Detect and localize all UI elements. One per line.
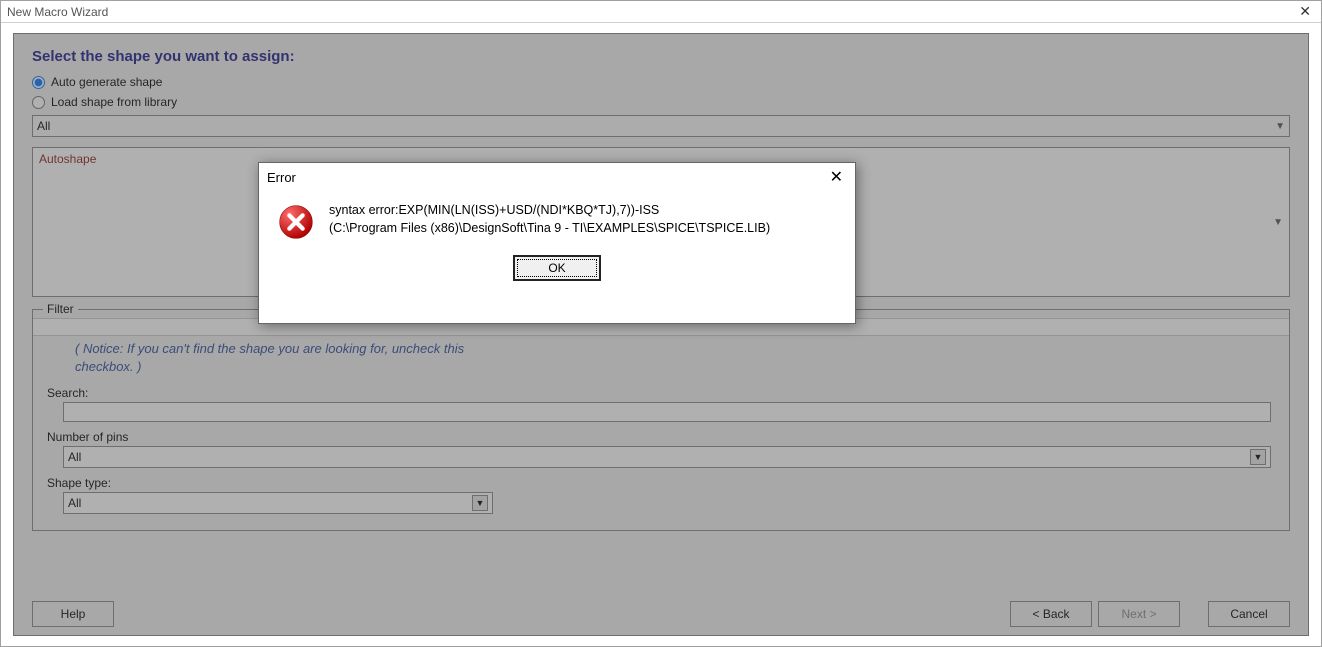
wizard-body: Select the shape you want to assign: Aut… xyxy=(1,23,1321,646)
wizard-title: New Macro Wizard xyxy=(7,5,108,19)
back-label: < Back xyxy=(1032,607,1069,621)
search-input[interactable] xyxy=(63,402,1271,422)
error-line1: syntax error:EXP(MIN(LN(ISS)+USD/(NDI*KB… xyxy=(329,201,770,219)
ok-label: OK xyxy=(548,261,565,275)
next-label: Next > xyxy=(1121,607,1156,621)
shape-list-item: Autoshape xyxy=(39,152,96,292)
radio-auto-label: Auto generate shape xyxy=(51,75,162,89)
radio-load-input[interactable] xyxy=(32,96,45,109)
chevron-down-icon: ▼ xyxy=(1250,449,1266,465)
error-button-row: OK xyxy=(259,247,855,293)
cancel-button[interactable]: Cancel xyxy=(1208,601,1290,627)
radio-load-library[interactable]: Load shape from library xyxy=(32,95,1290,109)
close-icon[interactable]: ✕ xyxy=(826,167,847,187)
error-line2: (C:\Program Files (x86)\DesignSoft\Tina … xyxy=(329,219,770,237)
help-label: Help xyxy=(61,607,86,621)
radio-auto-input[interactable] xyxy=(32,76,45,89)
type-label: Shape type: xyxy=(47,476,1275,490)
filter-legend: Filter xyxy=(43,302,78,316)
close-icon[interactable]: ✕ xyxy=(1295,3,1315,20)
wizard-titlebar: New Macro Wizard ✕ xyxy=(1,1,1321,23)
wizard-content: Select the shape you want to assign: Aut… xyxy=(13,33,1309,636)
pins-label: Number of pins xyxy=(47,430,1275,444)
error-titlebar: Error ✕ xyxy=(259,163,855,191)
library-combo[interactable]: All ▼ xyxy=(32,115,1290,137)
search-label: Search: xyxy=(47,386,1275,400)
section-title: Select the shape you want to assign: xyxy=(32,48,1290,65)
radio-load-label: Load shape from library xyxy=(51,95,177,109)
chevron-down-icon: ▼ xyxy=(1275,121,1285,132)
wizard-button-row: Help < Back Next > Cancel xyxy=(32,601,1290,627)
pins-combo[interactable]: All ▼ xyxy=(63,446,1271,468)
chevron-down-icon: ▼ xyxy=(472,495,488,511)
shape-type-combo[interactable]: All ▼ xyxy=(63,492,493,514)
ok-button[interactable]: OK xyxy=(513,255,601,281)
error-dialog: Error ✕ syntax error:EXP(MIN(LN(ISS)+USD… xyxy=(258,162,856,324)
help-button[interactable]: Help xyxy=(32,601,114,627)
cancel-label: Cancel xyxy=(1230,607,1267,621)
filter-notice: ( Notice: If you can't find the shape yo… xyxy=(75,340,505,376)
error-icon xyxy=(277,203,315,241)
error-text: syntax error:EXP(MIN(LN(ISS)+USD/(NDI*KB… xyxy=(329,201,770,241)
back-button[interactable]: < Back xyxy=(1010,601,1092,627)
error-body: syntax error:EXP(MIN(LN(ISS)+USD/(NDI*KB… xyxy=(259,191,855,247)
filter-groupbox: Filter ( Notice: If you can't find the s… xyxy=(32,309,1290,531)
error-title: Error xyxy=(267,170,296,185)
library-combo-value: All xyxy=(37,119,50,133)
chevron-down-icon: ▼ xyxy=(1273,217,1283,228)
radio-auto-generate[interactable]: Auto generate shape xyxy=(32,75,1290,89)
next-button[interactable]: Next > xyxy=(1098,601,1180,627)
pins-value: All xyxy=(68,450,81,464)
type-value: All xyxy=(68,496,81,510)
